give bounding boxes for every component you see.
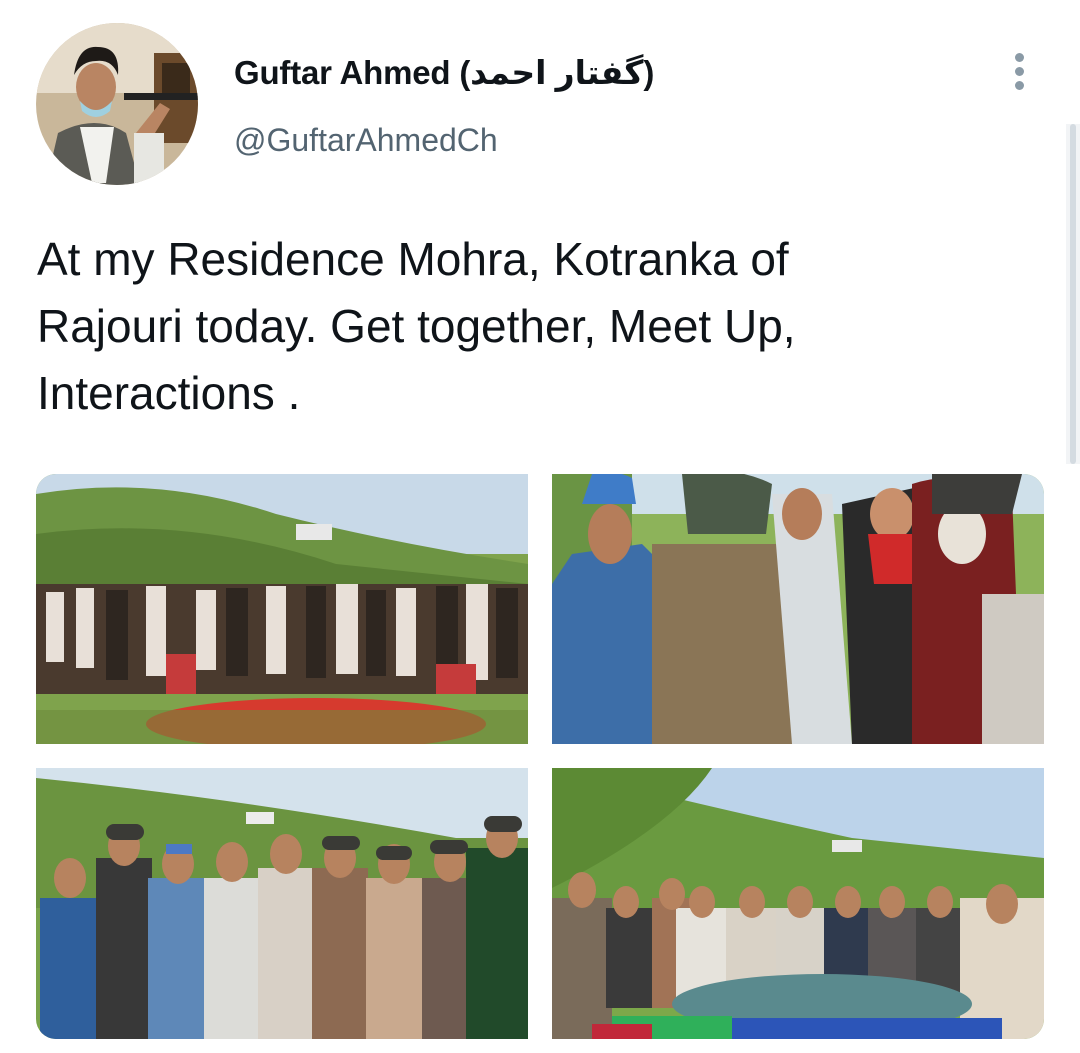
photo-standing-group[interactable] [36, 768, 528, 1039]
scrollbar-thumb[interactable] [1070, 124, 1076, 464]
group-photo-seated-gathering[interactable] [36, 474, 528, 744]
photo-image [552, 474, 1044, 744]
more-vertical-icon [1015, 53, 1024, 62]
more-vertical-icon [1015, 67, 1024, 76]
photo-image [36, 474, 528, 744]
tweet-text: At my Residence Mohra, Kotranka of Rajou… [37, 233, 796, 419]
more-vertical-icon [1015, 81, 1024, 90]
photo-image [552, 768, 1044, 1039]
avatar-photo [36, 23, 198, 185]
photo-elders-greeting[interactable] [552, 474, 1044, 744]
author-handle[interactable]: @GuftarAhmedCh [234, 122, 498, 159]
photo-image [36, 768, 528, 1039]
author-display-name[interactable]: Guftar Ahmed (گفتار احمد) [234, 53, 654, 92]
photo-seated-circle[interactable] [552, 768, 1044, 1039]
scrollbar[interactable] [1066, 124, 1080, 464]
more-options-button[interactable] [1000, 48, 1040, 94]
author-avatar[interactable] [36, 23, 198, 185]
